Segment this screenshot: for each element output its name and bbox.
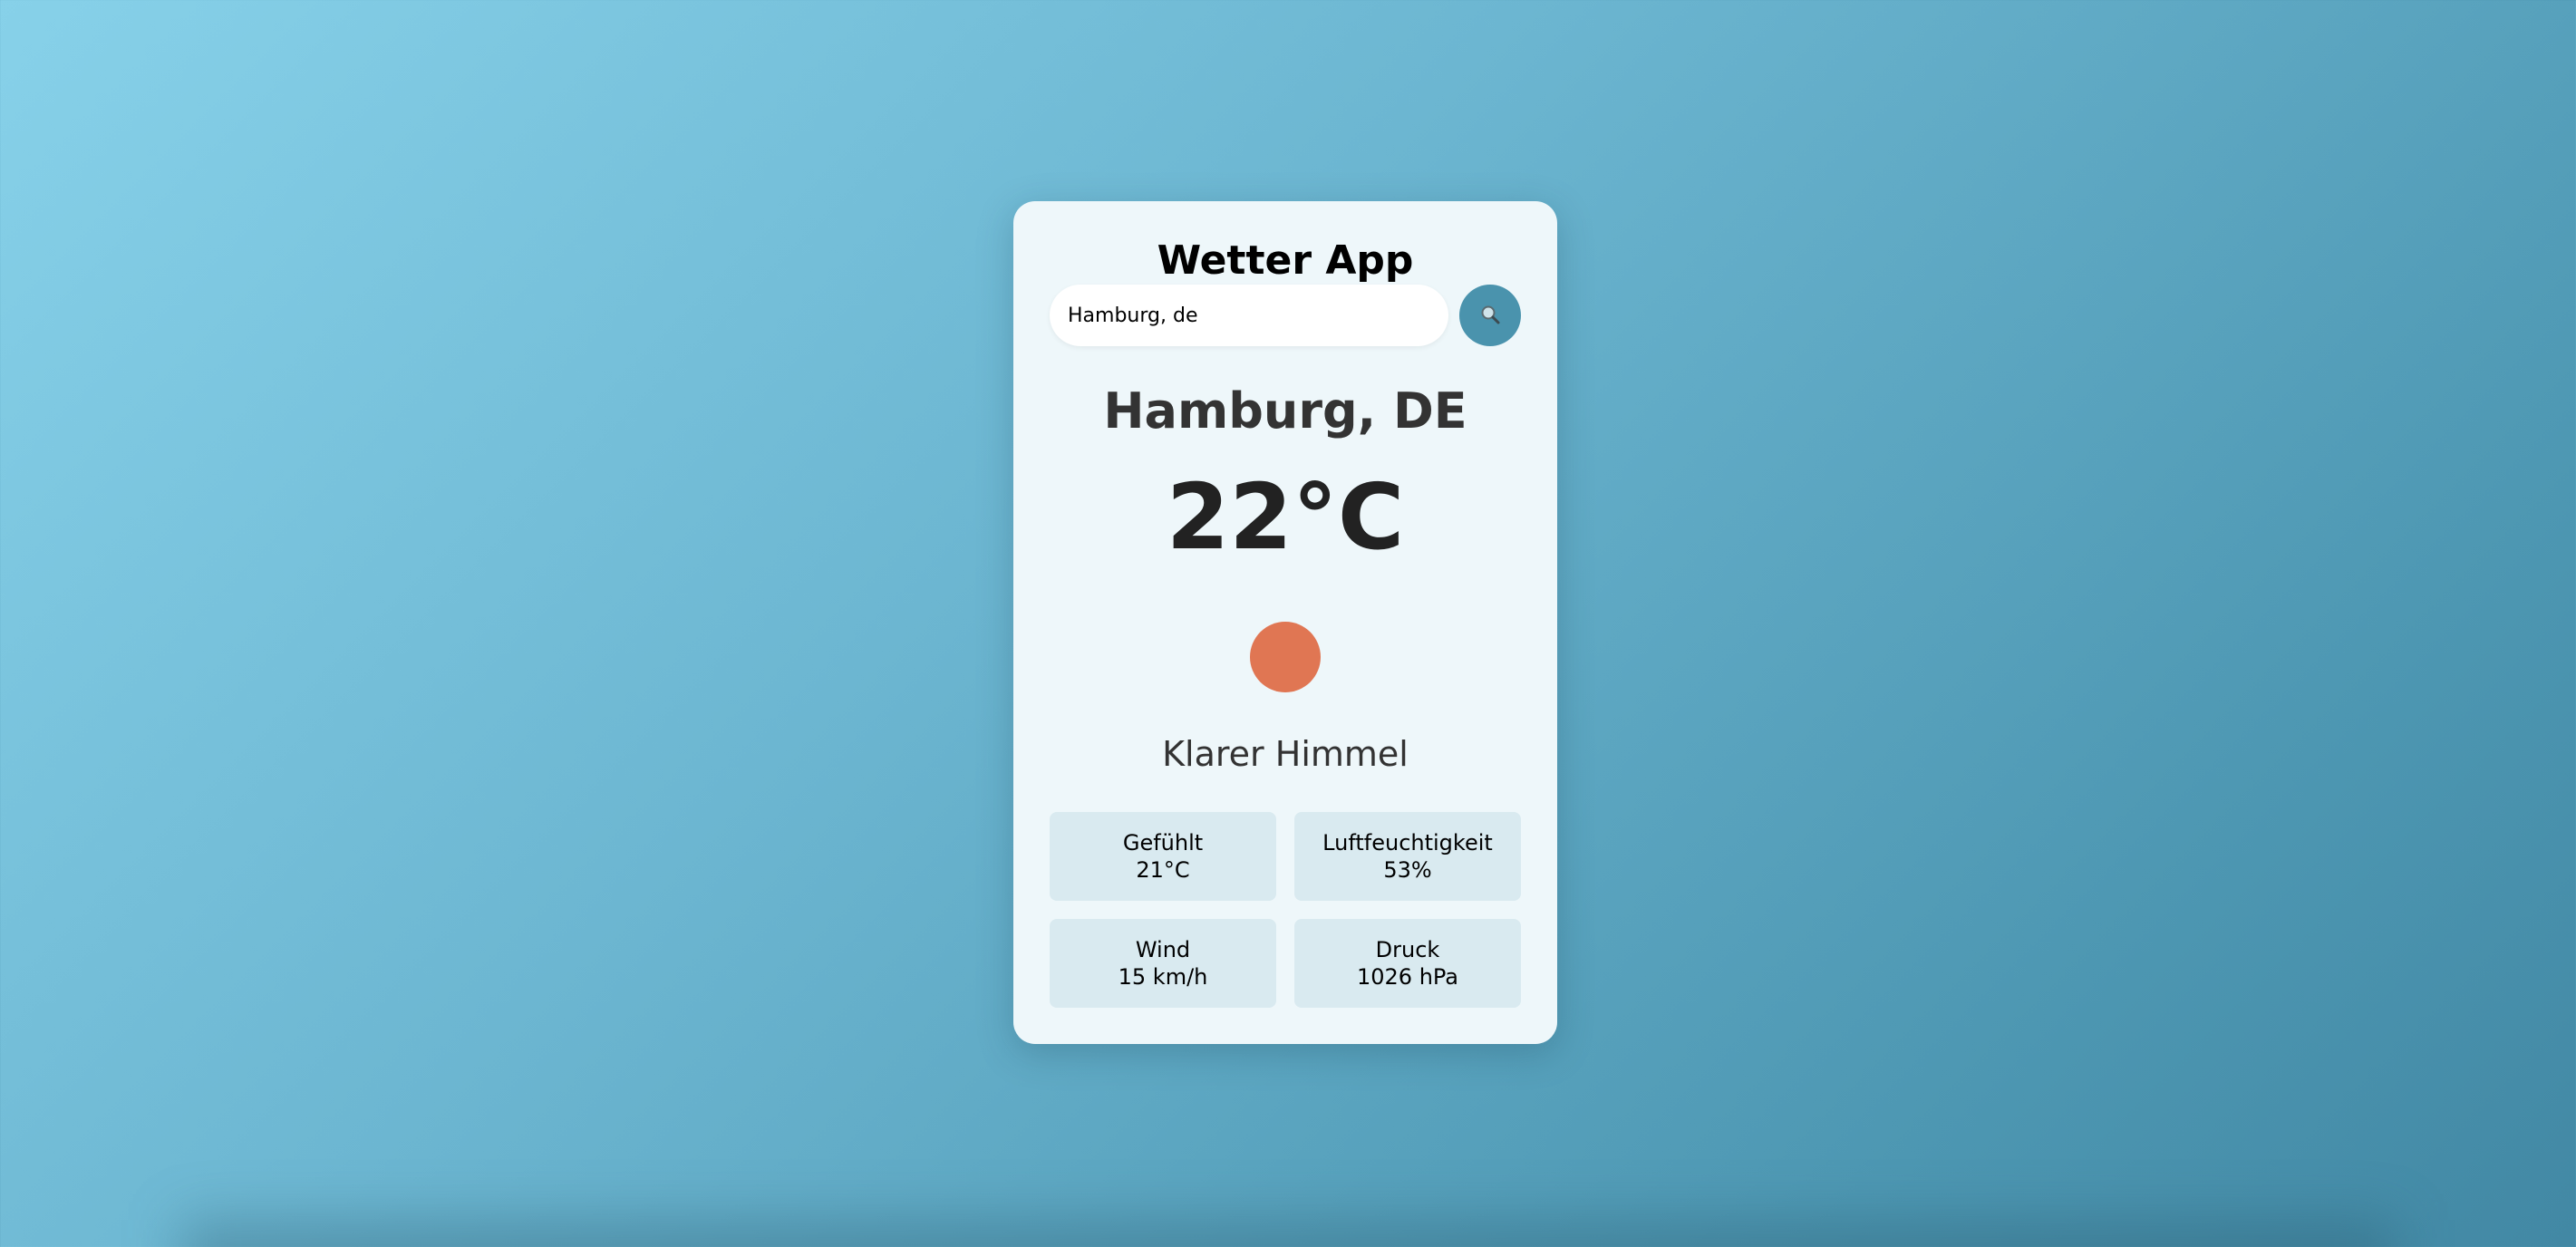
search-bar	[1050, 285, 1521, 346]
detail-humidity: Luftfeuchtigkeit 53%	[1294, 812, 1521, 901]
detail-value: 1026 hPa	[1356, 964, 1459, 990]
search-button[interactable]	[1459, 285, 1521, 346]
detail-value: 21°C	[1136, 857, 1190, 883]
app-title: Wetter App	[1157, 237, 1414, 284]
detail-wind: Wind 15 km/h	[1050, 919, 1276, 1008]
city-search-input[interactable]	[1050, 285, 1448, 346]
detail-value: 53%	[1383, 857, 1432, 883]
sun-icon	[1250, 622, 1321, 692]
weather-card: Wetter App Hamburg, DE 22°C Klarer Himme…	[1013, 201, 1557, 1044]
detail-feels-like: Gefühlt 21°C	[1050, 812, 1276, 901]
detail-label: Wind	[1135, 937, 1191, 962]
detail-pressure: Druck 1026 hPa	[1294, 919, 1521, 1008]
detail-label: Druck	[1375, 937, 1440, 962]
detail-label: Gefühlt	[1122, 830, 1204, 856]
city-name: Hamburg, DE	[1103, 382, 1467, 440]
weather-description: Klarer Himmel	[1162, 734, 1409, 774]
detail-label: Luftfeuchtigkeit	[1322, 830, 1493, 856]
current-temperature: 22°C	[1166, 464, 1405, 570]
detail-value: 15 km/h	[1118, 964, 1208, 990]
search-icon	[1480, 304, 1500, 327]
background-shadow	[181, 1220, 2395, 1247]
